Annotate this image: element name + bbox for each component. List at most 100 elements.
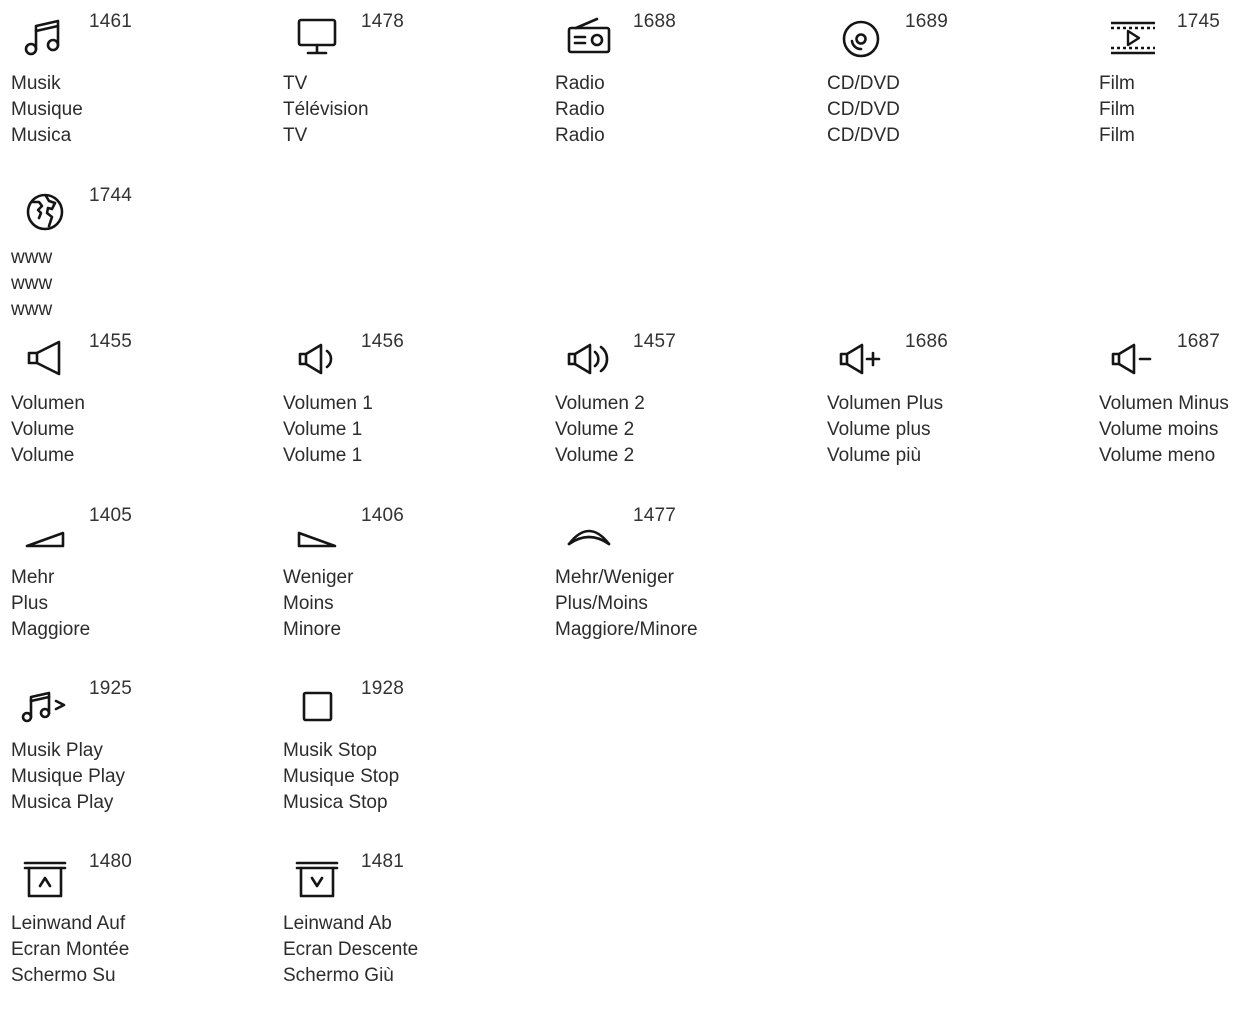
label-fr: Volume xyxy=(11,418,75,440)
label-fr: Télévision xyxy=(283,98,369,120)
icon-cell-more-less: 1477 Mehr/Weniger Plus/Moins Maggiore/Mi… xyxy=(555,494,817,664)
label-de: CD/DVD xyxy=(827,73,900,94)
icon-code: 1688 xyxy=(633,11,677,32)
icon-cell-www: 1744 www www www xyxy=(11,174,273,344)
icon-labels: Film Film Film xyxy=(1099,71,1135,148)
label-de: Musik Play xyxy=(11,740,103,761)
icon-labels: Volumen Volume Volume xyxy=(11,391,85,468)
icon-code: 1477 xyxy=(633,505,677,526)
icon-code: 1745 xyxy=(1177,11,1221,32)
speaker-icon xyxy=(19,332,71,378)
label-fr: Volume plus xyxy=(827,418,931,440)
icon-code: 1456 xyxy=(361,331,405,352)
label-de: www xyxy=(11,247,53,268)
label-fr: Plus xyxy=(11,592,48,614)
icon-labels: Volumen 1 Volume 1 Volume 1 xyxy=(283,391,373,468)
label-de: Leinwand Auf xyxy=(11,913,126,934)
label-it: Musica xyxy=(11,124,72,146)
label-de: Film xyxy=(1099,73,1135,94)
label-it: Minore xyxy=(283,618,342,640)
icon-labels: Radio Radio Radio xyxy=(555,71,605,148)
label-de: Volumen Plus xyxy=(827,393,944,414)
icon-code: 1405 xyxy=(89,505,133,526)
icon-cell-tv: 1478 TV Télévision TV xyxy=(283,0,545,170)
label-fr: Radio xyxy=(555,98,605,120)
label-de: Musik xyxy=(11,73,61,94)
icon-labels: Leinwand Auf Ecran Montée Schermo Su xyxy=(11,911,129,988)
icon-cell-radio: 1688 Radio Radio Radio xyxy=(555,0,817,170)
icon-cell-volume-1: 1456 Volumen 1 Volume 1 Volume 1 xyxy=(283,320,545,490)
label-de: Radio xyxy=(555,73,605,94)
icon-code: 1687 xyxy=(1177,331,1221,352)
icon-cell-cd-dvd: 1689 CD/DVD CD/DVD CD/DVD xyxy=(827,0,1089,170)
label-fr: Musique Stop xyxy=(283,765,400,787)
icon-labels: Leinwand Ab Ecran Descente Schermo Giù xyxy=(283,911,418,988)
icon-cell-music-stop: 1928 Musik Stop Musique Stop Musica Stop xyxy=(283,667,545,837)
icon-code: 1480 xyxy=(89,851,133,872)
icon-cell-music: 1461 Musik Musique Musica xyxy=(11,0,273,170)
film-icon xyxy=(1107,12,1159,58)
label-fr: Ecran Descente xyxy=(283,938,419,960)
label-it: Volume xyxy=(11,444,75,466)
cd-dvd-icon xyxy=(835,12,887,58)
icon-labels: www www www xyxy=(11,245,52,322)
icon-labels: Mehr Plus Maggiore xyxy=(11,565,90,642)
icon-code: 1928 xyxy=(361,678,405,699)
label-fr: Plus/Moins xyxy=(555,592,648,614)
icon-cell-volume-2: 1457 Volumen 2 Volume 2 Volume 2 xyxy=(555,320,817,490)
arc-icon xyxy=(563,506,615,552)
icon-labels: Volumen Plus Volume plus Volume più xyxy=(827,391,943,468)
icon-cell-volume-minus: 1687 Volumen Minus Volume moins Volume m… xyxy=(1099,320,1245,490)
stop-square-icon xyxy=(291,679,343,725)
speaker-wave1-icon xyxy=(291,332,343,378)
ramp-up-icon xyxy=(19,506,71,552)
screen-down-icon xyxy=(291,852,343,898)
icon-labels: Musik Play Musique Play Musica Play xyxy=(11,738,125,815)
label-it: Volume più xyxy=(827,444,922,466)
music-play-icon xyxy=(19,679,71,725)
label-de: Mehr xyxy=(11,567,55,588)
icon-labels: CD/DVD CD/DVD CD/DVD xyxy=(827,71,900,148)
label-de: Musik Stop xyxy=(283,740,377,761)
label-it: Schermo Su xyxy=(11,964,116,986)
label-it: Maggiore xyxy=(11,618,91,640)
label-fr: Moins xyxy=(283,592,334,614)
label-de: Volumen 2 xyxy=(555,393,645,414)
label-it: Film xyxy=(1099,124,1135,146)
icon-labels: Volumen Minus Volume moins Volume meno xyxy=(1099,391,1229,468)
label-it: Musica Stop xyxy=(283,791,388,813)
icon-code: 1925 xyxy=(89,678,133,699)
speaker-minus-icon xyxy=(1107,332,1159,378)
screen-up-icon xyxy=(19,852,71,898)
label-it: Musica Play xyxy=(11,791,114,813)
label-fr: Ecran Montée xyxy=(11,938,130,960)
icon-code: 1744 xyxy=(89,185,133,206)
label-it: Volume 1 xyxy=(283,444,363,466)
icon-cell-volume: 1455 Volumen Volume Volume xyxy=(11,320,273,490)
label-de: Mehr/Weniger xyxy=(555,567,674,588)
globe-www-icon xyxy=(19,186,71,232)
radio-icon xyxy=(563,12,615,58)
icon-cell-volume-plus: 1686 Volumen Plus Volume plus Volume più xyxy=(827,320,1089,490)
icon-code: 1461 xyxy=(89,11,133,32)
music-note-icon xyxy=(19,12,71,58)
icon-cell-film: 1745 Film Film Film xyxy=(1099,0,1245,170)
icon-labels: TV Télévision TV xyxy=(283,71,369,148)
icon-labels: Mehr/Weniger Plus/Moins Maggiore/Minore xyxy=(555,565,698,642)
speaker-wave2-icon xyxy=(563,332,615,378)
icon-cell-less: 1406 Weniger Moins Minore xyxy=(283,494,545,664)
label-it: Schermo Giù xyxy=(283,964,394,986)
label-it: TV xyxy=(283,124,308,146)
icon-code: 1406 xyxy=(361,505,405,526)
label-fr: www xyxy=(11,272,53,294)
label-it: CD/DVD xyxy=(827,124,900,146)
icon-cell-screen-up: 1480 Leinwand Auf Ecran Montée Schermo S… xyxy=(11,840,273,1010)
label-de: Weniger xyxy=(283,567,354,588)
label-it: Radio xyxy=(555,124,605,146)
label-fr: Musique xyxy=(11,98,83,120)
label-de: Volumen Minus xyxy=(1099,393,1229,414)
speaker-plus-icon xyxy=(835,332,887,378)
icon-labels: Musik Musique Musica xyxy=(11,71,83,148)
ramp-down-icon xyxy=(291,506,343,552)
icon-code: 1481 xyxy=(361,851,405,872)
